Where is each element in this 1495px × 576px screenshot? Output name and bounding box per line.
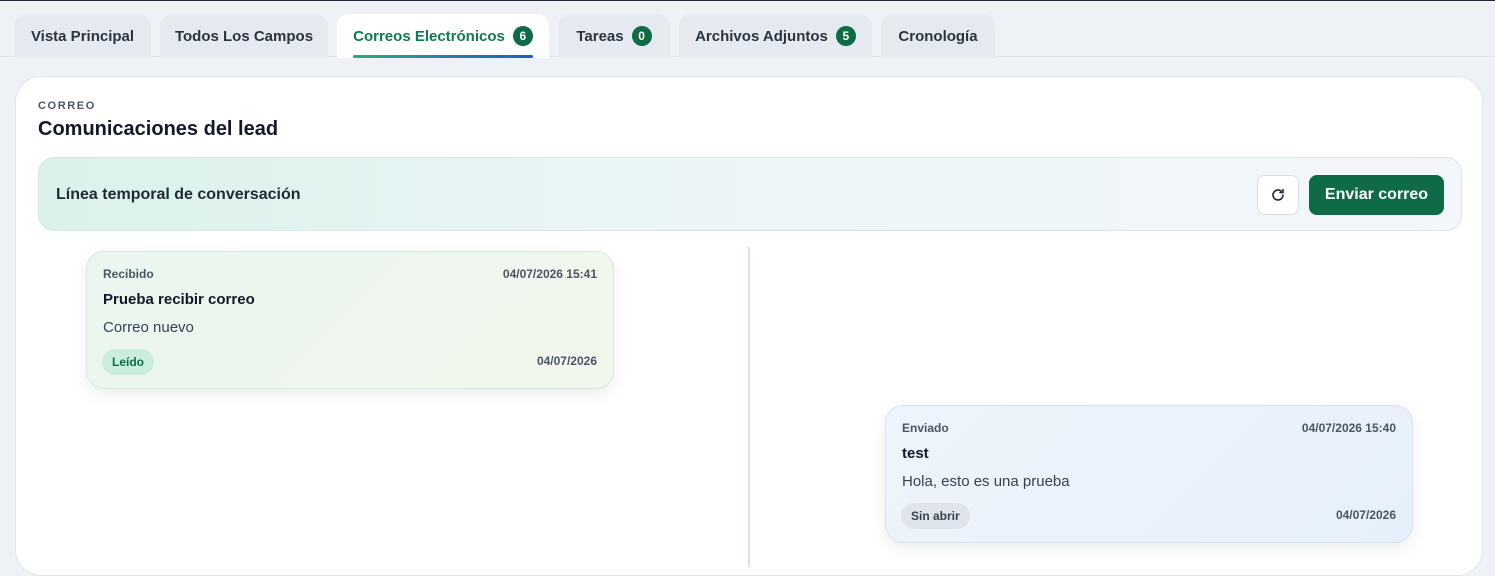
tab-label: Cronología (898, 27, 978, 45)
read-status-badge: Leído (102, 349, 154, 375)
message-body: Hola, esto es una prueba (902, 473, 1070, 490)
refresh-button[interactable] (1257, 175, 1299, 215)
message-subject: test (902, 445, 929, 462)
refresh-icon (1272, 188, 1284, 201)
tab-count-badge: 6 (512, 26, 533, 46)
tab-correos-electronicos[interactable]: Correos Electrónicos 6 (337, 14, 549, 58)
tab-label: Correos Electrónicos (353, 27, 505, 45)
message-direction: Enviado (902, 421, 949, 435)
tab-count-badge: 0 (631, 26, 652, 46)
send-email-button[interactable]: Enviar correo (1309, 175, 1444, 215)
tab-vista-principal[interactable]: Vista Principal (14, 14, 151, 58)
tab-label: Tareas (576, 27, 624, 45)
message-subject: Prueba recibir correo (103, 291, 255, 308)
message-timestamp: 04/07/2026 15:40 (1301, 421, 1396, 435)
tab-todos-los-campos[interactable]: Todos Los Campos (160, 14, 328, 58)
tab-cronologia[interactable]: Cronología (881, 14, 995, 58)
message-body: Correo nuevo (103, 319, 194, 336)
active-tab-indicator (353, 55, 533, 58)
conversation-timeline-header: Línea temporal de conversación Enviar co… (38, 157, 1462, 231)
tab-archivos-adjuntos[interactable]: Archivos Adjuntos 5 (679, 14, 872, 58)
message-direction: Recibido (103, 267, 154, 281)
message-timestamp: 04/07/2026 15:41 (502, 267, 597, 281)
timeline-label: Línea temporal de conversación (56, 186, 301, 203)
timeline-divider (748, 247, 750, 567)
email-message-received[interactable]: Recibido 04/07/2026 15:41 Prueba recibir… (86, 251, 614, 389)
tab-bar: Vista Principal Todos Los Campos Correos… (0, 1, 1495, 58)
section-eyebrow: CORREO (38, 100, 96, 112)
message-date: 04/07/2026 (536, 354, 597, 368)
section-title: Comunicaciones del lead (38, 118, 279, 140)
tab-label: Todos Los Campos (174, 27, 314, 45)
tab-label: Vista Principal (30, 27, 135, 45)
tab-label: Archivos Adjuntos (695, 27, 828, 45)
email-section-card: CORREO Comunicaciones del lead Línea tem… (15, 76, 1483, 576)
email-message-sent[interactable]: Enviado 04/07/2026 15:40 test Hola, esto… (885, 405, 1413, 543)
read-status-badge: Sin abrir (901, 503, 970, 529)
tab-tareas[interactable]: Tareas 0 (558, 14, 670, 58)
message-date: 04/07/2026 (1335, 508, 1396, 522)
tab-count-badge: 5 (835, 26, 856, 46)
